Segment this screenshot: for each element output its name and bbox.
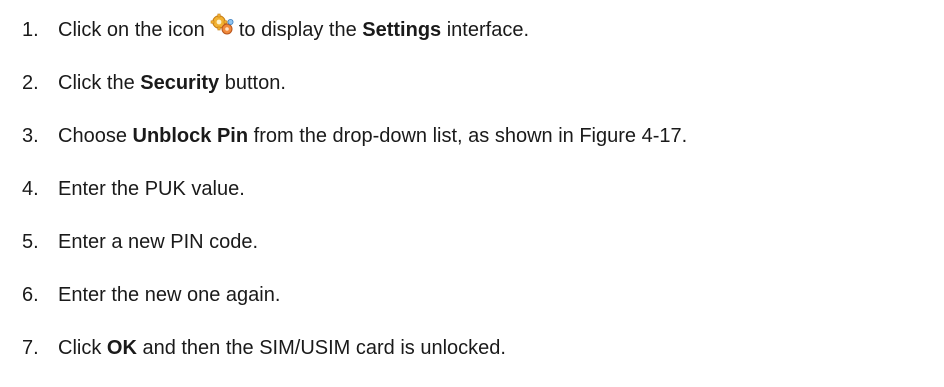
step-number: 6. — [22, 284, 39, 306]
step-2: 2. Click the Security button. — [22, 70, 286, 96]
step-number: 4. — [22, 178, 39, 200]
instruction-steps: 1. Click on the icon to display the Setti… — [0, 0, 944, 387]
step-number: 7. — [22, 337, 39, 359]
step-text: Enter a new PIN code. — [58, 231, 259, 253]
step-3: 3. Choose Unblock Pin from the drop-down … — [22, 123, 687, 149]
step-text: Click — [58, 337, 107, 359]
step-number: 3. — [22, 125, 39, 147]
step-text: Click on the icon — [58, 19, 211, 41]
step-1: 1. Click on the icon to display the Setti… — [22, 13, 529, 43]
step-text: Click the — [58, 72, 141, 94]
step-text: and then the SIM/USIM card is unlocked. — [136, 337, 506, 359]
step-text: button. — [219, 72, 286, 94]
step-text: from the drop-down list, as shown in Fig… — [248, 125, 688, 147]
step-5: 5. Enter a new PIN code. — [22, 229, 258, 255]
step-text: Enter the PUK value. — [58, 178, 245, 200]
step-keyword: Security — [140, 72, 220, 94]
step-7: 7. Click OK and then the SIM/USIM card is… — [22, 335, 506, 361]
step-number: 1. — [22, 19, 39, 41]
step-number: 2. — [22, 72, 39, 94]
step-text: to display the — [233, 19, 363, 41]
step-keyword: Settings — [362, 19, 442, 41]
step-keyword: Unblock Pin — [132, 125, 249, 147]
step-text: Choose — [58, 125, 133, 147]
step-text: Enter the new one again. — [58, 284, 281, 306]
step-number: 5. — [22, 231, 39, 253]
step-4: 4. Enter the PUK value. — [22, 176, 245, 202]
step-6: 6. Enter the new one again. — [22, 282, 280, 308]
step-keyword: OK — [106, 337, 137, 359]
settings-gear-icon — [210, 13, 234, 39]
step-text: interface. — [441, 19, 529, 41]
